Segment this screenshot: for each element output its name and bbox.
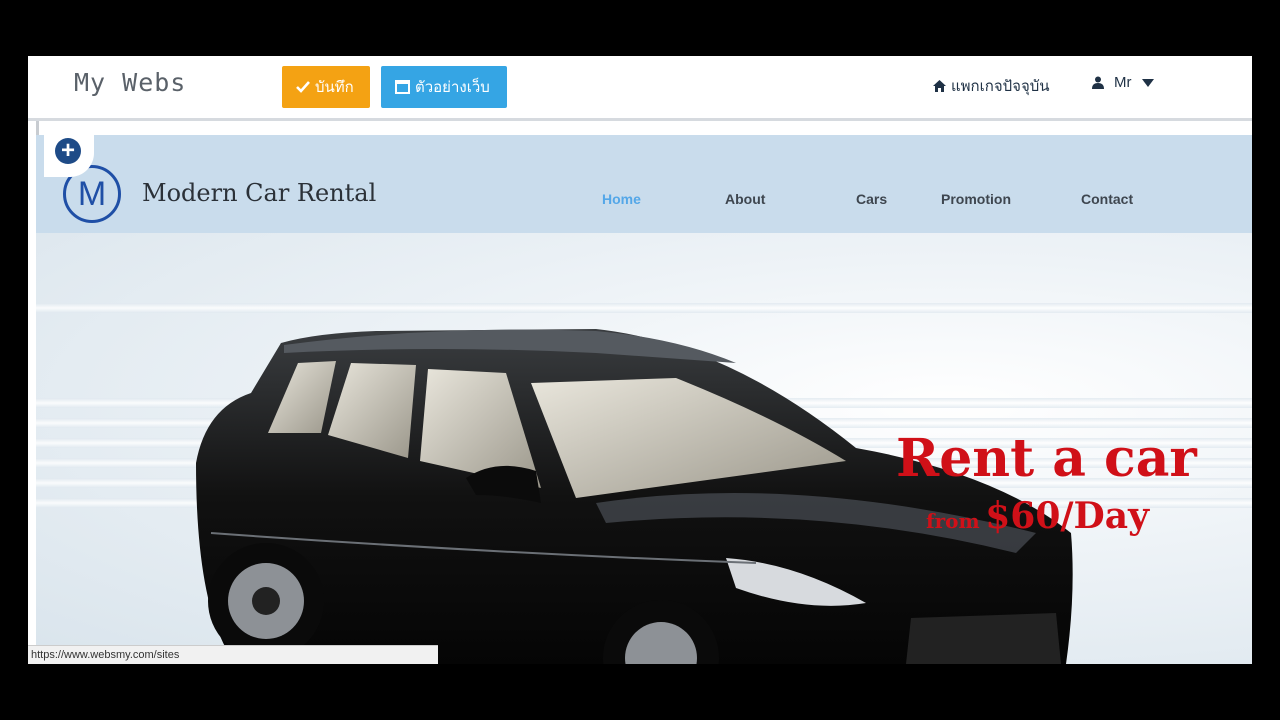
save-label: บันทึก: [315, 79, 354, 96]
home-icon: [933, 80, 946, 92]
add-section-button[interactable]: +: [44, 133, 94, 177]
menu-cars[interactable]: Cars: [856, 191, 887, 207]
window-icon: [395, 80, 410, 94]
user-name: Mr: [1114, 74, 1132, 91]
site-header: M Modern Car Rental Home About Cars Prom…: [36, 135, 1252, 233]
check-icon: [296, 81, 310, 93]
preview-button[interactable]: ตัวอย่างเว็บ: [381, 66, 507, 108]
hero-banner[interactable]: Rent a car from $60/Day: [36, 233, 1252, 664]
site-preview: M Modern Car Rental Home About Cars Prom…: [28, 121, 1252, 664]
hero-headline: Rent a car: [896, 428, 1197, 489]
current-package-link[interactable]: แพกเกจปัจจุบัน: [932, 74, 1050, 98]
plus-icon: +: [55, 138, 81, 164]
editor-toolbar: My Webs บันทึก ตัวอย่างเว็บ แพกเกจปัจจุบ…: [28, 56, 1252, 121]
app-brand[interactable]: My Webs: [74, 68, 186, 97]
user-icon: [1092, 76, 1104, 89]
menu-promotion[interactable]: Promotion: [941, 191, 1011, 207]
menu-home[interactable]: Home: [602, 191, 641, 207]
save-button[interactable]: บันทึก: [282, 66, 370, 108]
menu-contact[interactable]: Contact: [1081, 191, 1133, 207]
preview-label: ตัวอย่างเว็บ: [415, 79, 490, 96]
caret-down-icon: [1141, 78, 1154, 87]
hero-from: from: [926, 509, 980, 533]
current-package-label: แพกเกจปัจจุบัน: [951, 78, 1050, 95]
site-canvas: M Modern Car Rental Home About Cars Prom…: [36, 133, 1252, 664]
hero-price: from $60/Day: [926, 495, 1149, 537]
browser-frame: My Webs บันทึก ตัวอย่างเว็บ แพกเกจปัจจุบ…: [28, 56, 1252, 664]
status-bar-url: https://www.websmy.com/sites: [28, 645, 438, 664]
menu-about[interactable]: About: [725, 191, 765, 207]
user-menu[interactable]: Mr: [1092, 74, 1154, 91]
hero-price-value: $60/Day: [985, 495, 1149, 537]
site-title[interactable]: Modern Car Rental: [142, 179, 376, 207]
